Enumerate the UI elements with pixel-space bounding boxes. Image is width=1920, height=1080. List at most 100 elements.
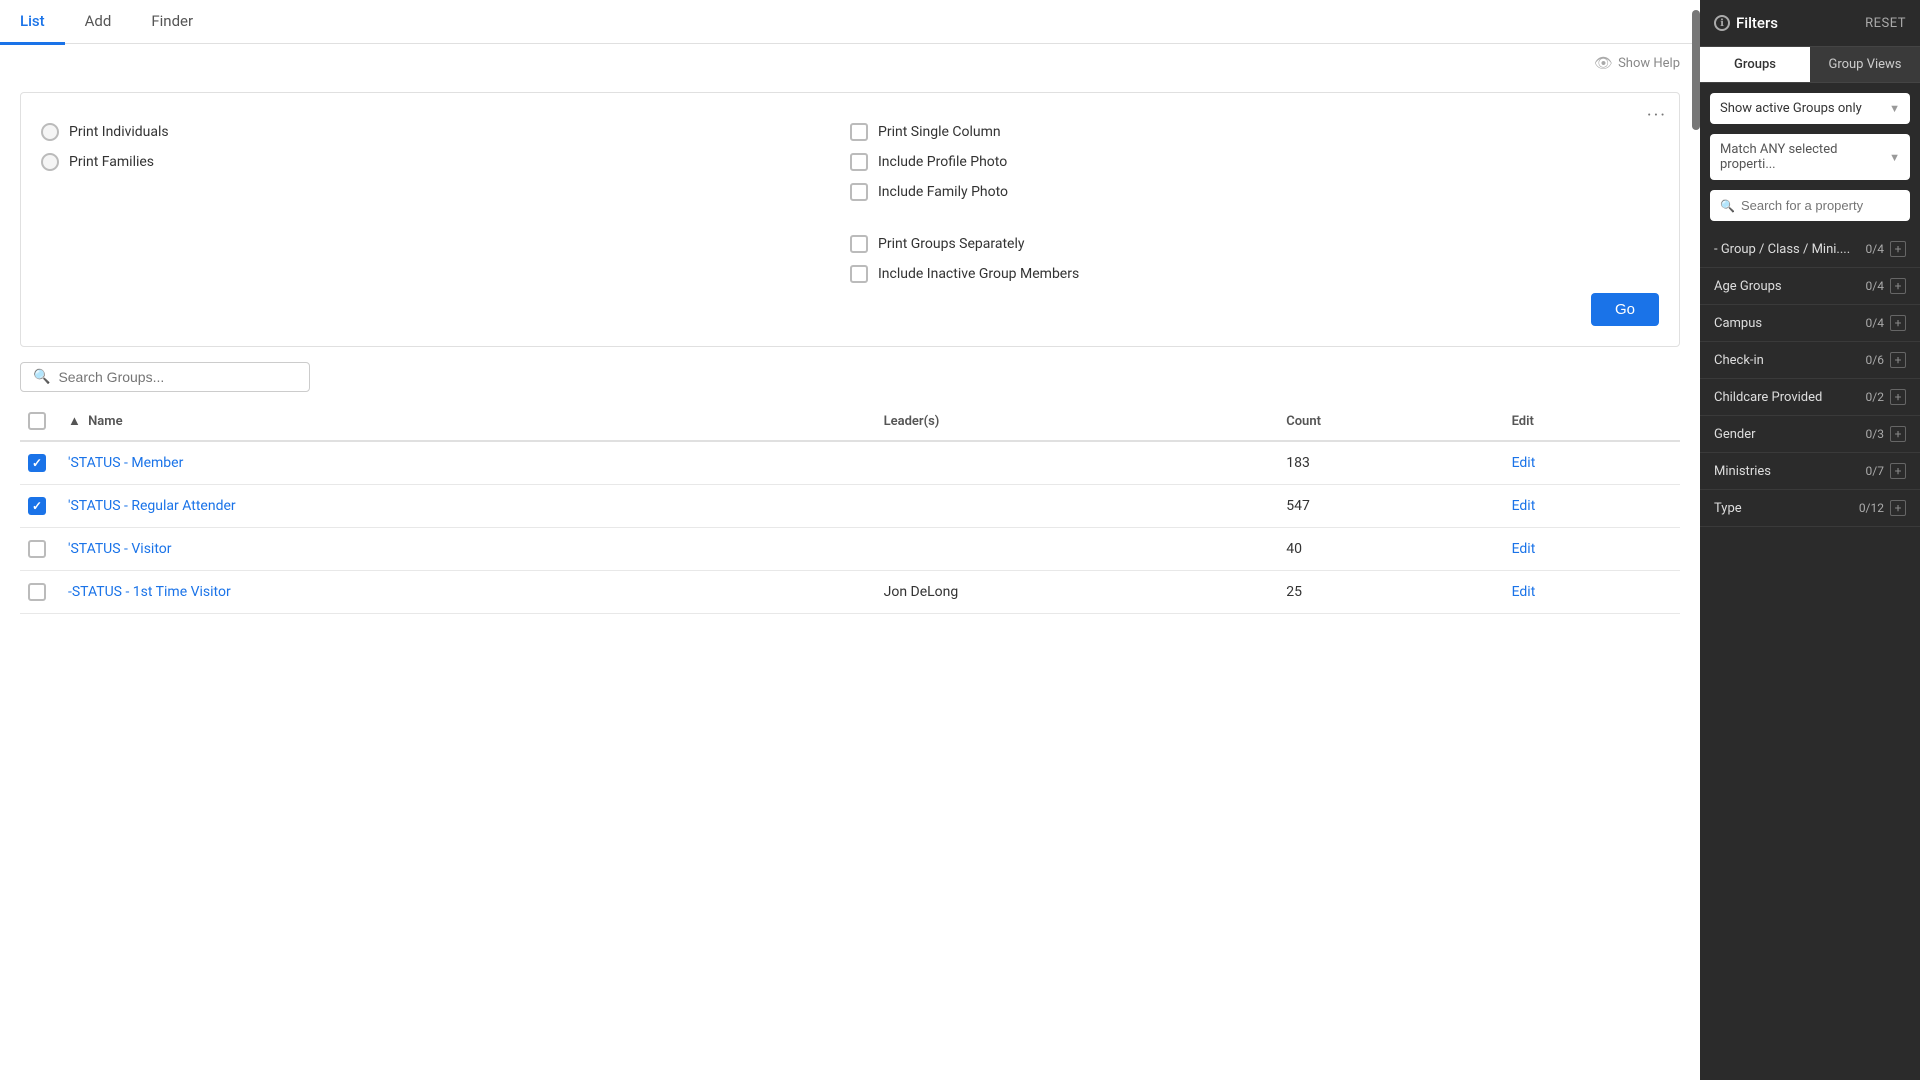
filter-count-value: 0/7 [1866,464,1884,478]
top-nav: List Add Finder [0,0,1700,44]
checkbox-groups-separately [850,235,868,253]
group-edit-link[interactable]: Edit [1512,584,1536,600]
checkbox-single-column [850,123,868,141]
tab-add[interactable]: Add [65,0,132,45]
filter-count-value: 0/6 [1866,353,1884,367]
filter-item[interactable]: - Group / Class / Mini.... 0/4+ [1700,231,1920,268]
sidebar-tab-group-views[interactable]: Group Views [1810,47,1920,82]
group-count: 40 [1278,528,1503,571]
active-groups-dropdown[interactable]: Show active Groups only ▼ [1710,93,1910,124]
search-property-input[interactable] [1741,198,1900,213]
filter-item-count: 0/4+ [1866,241,1906,257]
tab-list[interactable]: List [0,0,65,45]
filter-plus-icon[interactable]: + [1890,463,1906,479]
filter-item-label: Age Groups [1714,279,1782,294]
search-groups-input[interactable] [58,369,297,385]
filter-plus-icon[interactable]: + [1890,426,1906,442]
search-property-icon: 🔍 [1720,199,1735,213]
more-options-button[interactable]: ··· [1647,105,1667,126]
print-single-column-checkbox[interactable]: Print Single Column [850,123,1659,141]
print-families-label: Print Families [69,154,154,170]
group-edit-link[interactable]: Edit [1512,498,1536,514]
row-checkbox-unchecked[interactable] [28,540,46,558]
sidebar: ℹ Filters RESET Groups Group Views Show … [1700,0,1920,1080]
filter-item-label: Check-in [1714,353,1764,368]
radio-circle-individuals [41,123,59,141]
print-card: ··· Print Individuals Print Families [20,92,1680,347]
row-checkbox-checked[interactable] [28,454,46,472]
group-name-link[interactable]: 'STATUS - Regular Attender [68,498,236,514]
filters-label: Filters [1736,14,1778,32]
filter-item[interactable]: Childcare Provided 0/2 + [1700,379,1920,416]
filter-item[interactable]: Campus0/4+ [1700,305,1920,342]
show-help-link[interactable]: Show Help [1618,56,1680,71]
filter-item[interactable]: Gender 0/3 + [1700,416,1920,453]
go-btn-row: Go [41,293,1659,326]
filter-count-value: 0/12 [1859,501,1884,515]
filter-count-value: 0/2 [1866,390,1884,404]
groups-table: ▲ Name Leader(s) Count Edit 'STATUS - Me… [20,402,1680,614]
search-property-wrapper: 🔍 [1710,190,1910,221]
filter-item[interactable]: Check-in 0/6 + [1700,342,1920,379]
table-row: 'STATUS - Visitor 40 Edit [20,528,1680,571]
filter-item-label: Gender [1714,427,1756,442]
eye-icon: 👁 [1594,54,1613,72]
go-button[interactable]: Go [1591,293,1659,326]
match-chevron-icon: ▼ [1889,151,1900,164]
filter-item-label: Childcare Provided [1714,390,1822,405]
include-family-photo-checkbox[interactable]: Include Family Photo [850,183,1659,201]
filter-plus-icon[interactable]: + [1890,315,1906,331]
include-inactive-members-checkbox[interactable]: Include Inactive Group Members [850,265,1659,283]
filter-item-label: Ministries [1714,464,1771,479]
row-checkbox-unchecked[interactable] [28,583,46,601]
group-count: 547 [1278,485,1503,528]
include-family-photo-label: Include Family Photo [878,184,1008,200]
filter-item-count: 0/6 + [1866,352,1906,368]
filter-plus-icon[interactable]: + [1890,500,1906,516]
filter-items-container: - Group / Class / Mini.... 0/4+ Age Groups… [1700,231,1920,527]
print-groups-separately-label: Print Groups Separately [878,236,1025,252]
row-checkbox-checked[interactable] [28,497,46,515]
filter-plus-icon[interactable]: + [1890,389,1906,405]
checkbox-family-photo [850,183,868,201]
table-header-row: ▲ Name Leader(s) Count Edit [20,402,1680,441]
group-leaders [876,528,1279,571]
group-edit-link[interactable]: Edit [1512,455,1536,471]
filter-item[interactable]: Type0/12+ [1700,490,1920,527]
print-groups-separately-checkbox[interactable]: Print Groups Separately [850,235,1659,253]
radio-circle-families [41,153,59,171]
include-profile-photo-checkbox[interactable]: Include Profile Photo [850,153,1659,171]
col-header-count: Count [1278,402,1503,441]
sidebar-tab-groups[interactable]: Groups [1700,47,1810,82]
print-options: Print Individuals Print Families Print S… [41,113,1659,283]
group-name-link[interactable]: 'STATUS - Visitor [68,541,172,557]
group-name-link[interactable]: -STATUS - 1st Time Visitor [68,584,231,600]
filter-plus-icon[interactable]: + [1890,352,1906,368]
filter-item[interactable]: Age Groups0/4+ [1700,268,1920,305]
filter-item-count: 0/7 + [1866,463,1906,479]
group-edit-link[interactable]: Edit [1512,541,1536,557]
print-individuals-radio[interactable]: Print Individuals [41,123,850,141]
search-row: 🔍 [20,362,1680,392]
search-input-wrapper: 🔍 [20,362,310,392]
filter-item[interactable]: Ministries 0/7 + [1700,453,1920,490]
match-dropdown[interactable]: Match ANY selected properti... ▼ [1710,134,1910,180]
table-row: -STATUS - 1st Time VisitorJon DeLong25Ed… [20,571,1680,614]
reset-button[interactable]: RESET [1865,16,1906,31]
filter-plus-icon[interactable]: + [1890,241,1906,257]
print-families-radio[interactable]: Print Families [41,153,850,171]
filter-item-count: 0/12 + [1859,500,1906,516]
chevron-down-icon: ▼ [1889,102,1900,115]
filter-item-label: - Group / Class / Mini.... [1714,242,1850,257]
col-name-label: Name [88,414,122,429]
print-individuals-label: Print Individuals [69,124,169,140]
include-profile-photo-label: Include Profile Photo [878,154,1007,170]
col-header-name[interactable]: ▲ Name [60,402,876,441]
header-checkbox[interactable] [28,412,46,430]
group-name-link[interactable]: 'STATUS - Member [68,455,183,471]
checkbox-profile-photo [850,153,868,171]
filter-plus-icon[interactable]: + [1890,278,1906,294]
tab-finder[interactable]: Finder [131,0,213,45]
filter-item-count: 0/4+ [1866,315,1906,331]
filter-count-value: 0/3 [1866,427,1884,441]
